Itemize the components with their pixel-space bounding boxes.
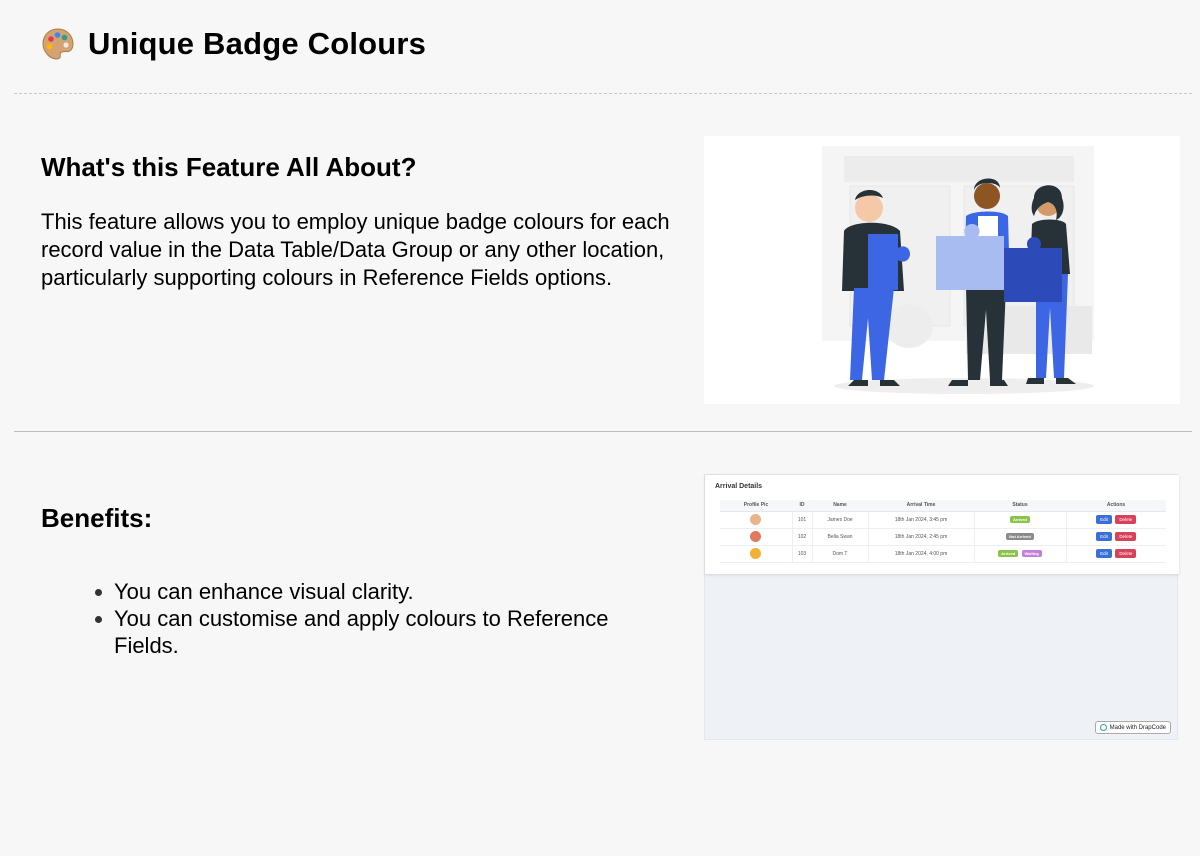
row-id: 102 [792, 528, 813, 546]
edit-button[interactable]: Edit [1096, 532, 1112, 541]
avatar [750, 531, 762, 542]
page-title: Unique Badge Colours [88, 26, 427, 61]
page-header: Unique Badge Colours [40, 26, 426, 62]
feature-heading: What's this Feature All About? [41, 152, 417, 182]
delete-button[interactable]: Delete [1115, 515, 1137, 524]
benefit-item: You can enhance visual clarity. [95, 578, 655, 605]
edit-button[interactable]: Edit [1096, 549, 1112, 558]
benefit-item: You can customise and apply colours to R… [95, 605, 655, 659]
row-arrival-time: 18th Jan 2024, 4:00 pm [868, 545, 975, 563]
avatar [750, 548, 762, 559]
avatar [750, 514, 762, 525]
table-row: 103 Dom T 18th Jan 2024, 4:00 pm Arrived… [720, 545, 1166, 563]
delete-button[interactable]: Delete [1115, 549, 1137, 558]
feature-description: This feature allows you to employ unique… [41, 209, 670, 290]
benefits-heading: Benefits: [41, 503, 153, 533]
row-arrival-time: 18th Jan 2024, 3:45 pm [868, 511, 975, 529]
row-name: Dom T [812, 545, 869, 563]
table-row: 101 James Doe 18th Jan 2024, 3:45 pm Arr… [720, 511, 1166, 529]
column-header: Name [812, 500, 868, 512]
arrival-details-table: Profile Pic ID Name Arrival Time Status … [720, 500, 1166, 563]
delete-button[interactable]: Delete [1115, 532, 1137, 541]
status-badge: Arrived [1009, 516, 1030, 523]
status-badge: Waiting [1021, 550, 1042, 557]
table-row: 102 Bella Swan 18th Jan 2024, 2:45 pm No… [720, 528, 1166, 546]
row-name: Bella Swan [812, 528, 869, 546]
column-header: Actions [1066, 500, 1166, 512]
arrival-details-screenshot: Arrival Details Profile Pic ID Name Arri… [704, 474, 1179, 740]
edit-button[interactable]: Edit [1096, 515, 1112, 524]
made-with-drapcode-badge[interactable]: Made with DrapCode [1094, 721, 1171, 734]
made-with-label: Made with DrapCode [1109, 724, 1166, 731]
status-badge: Not Arrived [1006, 533, 1034, 540]
column-header: Status [974, 500, 1066, 512]
row-id: 103 [792, 545, 813, 563]
column-header: ID [792, 500, 812, 512]
drapcode-logo-icon [1099, 724, 1107, 731]
people-holding-puzzle-pieces-illustration [704, 136, 1180, 404]
row-arrival-time: 18th Jan 2024, 2:45 pm [868, 528, 975, 546]
benefits-list: You can enhance visual clarity. You can … [95, 578, 655, 659]
column-header: Arrival Time [868, 500, 974, 512]
status-badge: Arrived [998, 550, 1019, 557]
row-id: 101 [792, 511, 813, 529]
header-divider [14, 93, 1192, 94]
row-name: James Doe [812, 511, 869, 529]
section-divider [14, 431, 1192, 432]
arrival-details-title: Arrival Details [715, 483, 763, 490]
arrival-details-card: Arrival Details Profile Pic ID Name Arri… [705, 475, 1179, 574]
column-header: Profile Pic [720, 500, 792, 512]
artist-palette-icon [42, 28, 74, 60]
